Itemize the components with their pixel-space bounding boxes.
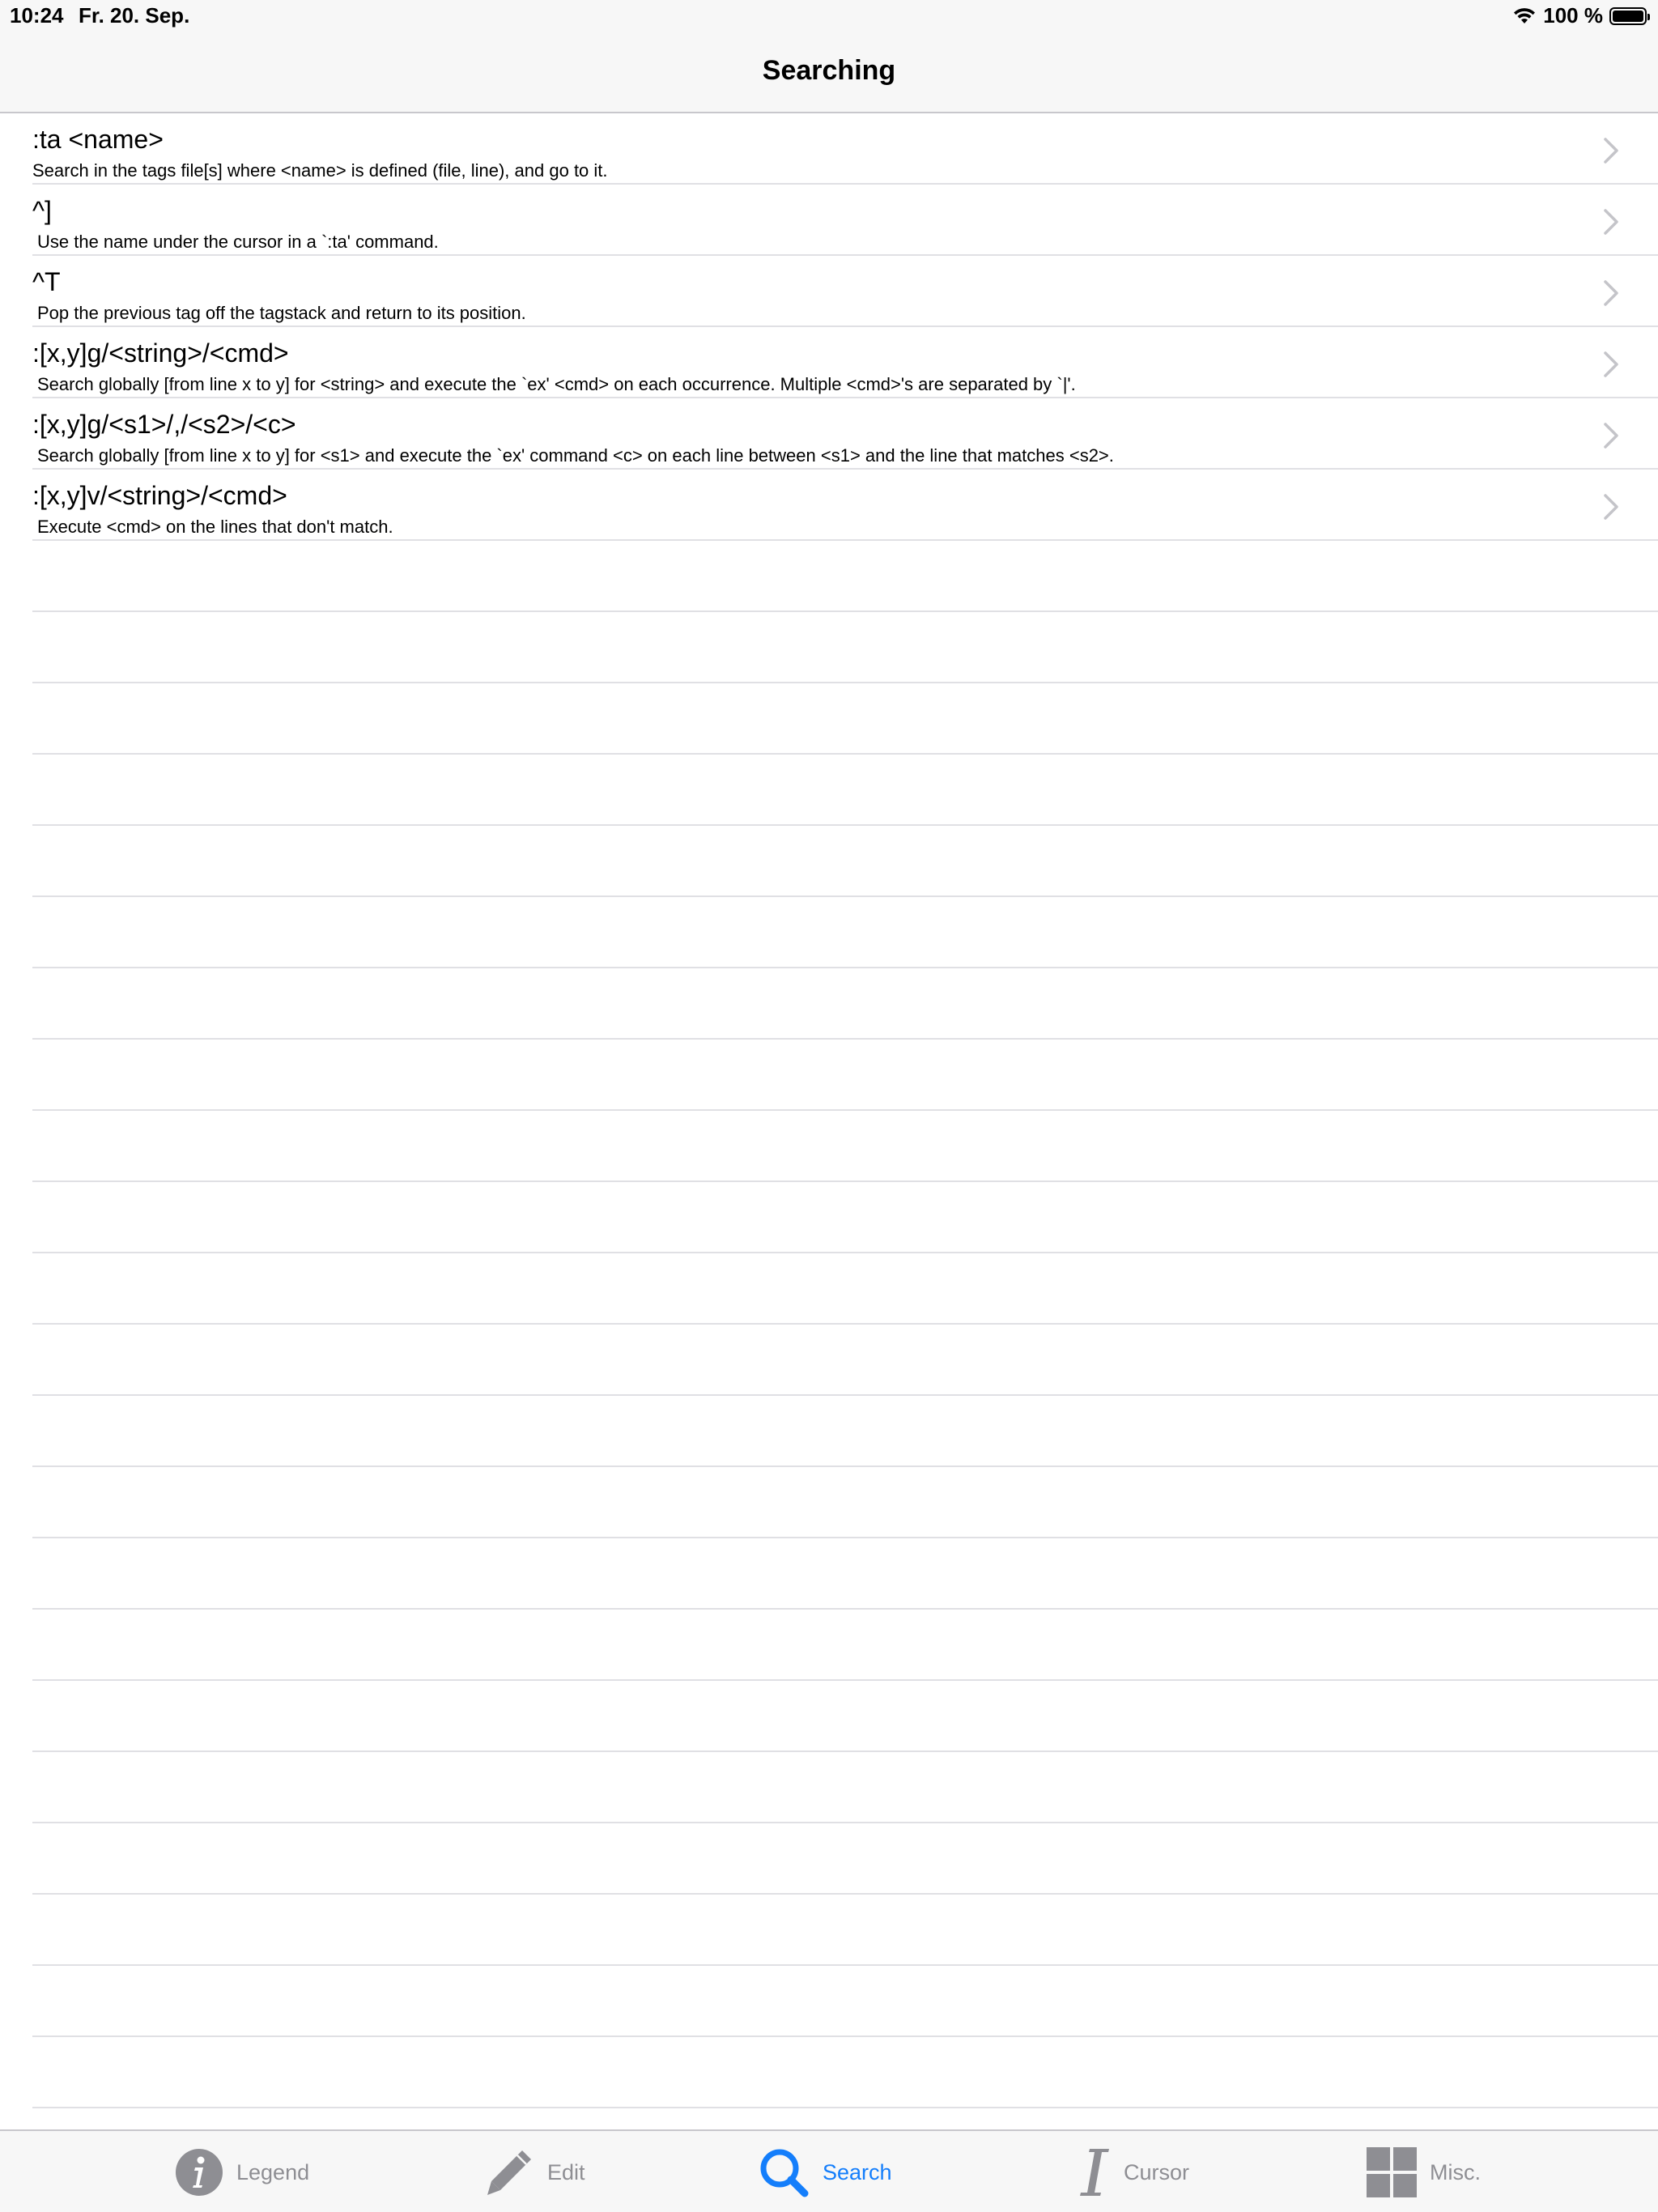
empty-row (32, 1396, 1658, 1467)
status-indicators: 100 % (1512, 3, 1650, 28)
empty-row (32, 1467, 1658, 1538)
list-item[interactable]: :[x,y]v/<string>/<cmd> Execute <cmd> on … (32, 470, 1658, 541)
empty-row (32, 612, 1658, 683)
command-list: :ta <name> Search in the tags file[s] wh… (0, 113, 1658, 2108)
grid-icon (1367, 2147, 1417, 2197)
command-description: Search in the tags file[s] where <name> … (32, 160, 608, 181)
tab-label: Cursor (1124, 2159, 1190, 2184)
empty-row (32, 1610, 1658, 1681)
list-item[interactable]: :[x,y]g/<string>/<cmd> Search globally [… (32, 327, 1658, 398)
empty-row (32, 1040, 1658, 1111)
empty-row (32, 1182, 1658, 1253)
empty-row (32, 826, 1658, 897)
empty-row (32, 1823, 1658, 1895)
tab-bar: Legend Edit Search Cursor Misc. (0, 2129, 1658, 2212)
empty-row (32, 2037, 1658, 2108)
tab-misc[interactable]: Misc. (1367, 2146, 1481, 2199)
command-description: Search globally [from line x to y] for <… (37, 374, 1076, 394)
tab-label: Legend (236, 2159, 310, 2184)
command-title: :ta <name> (32, 125, 164, 154)
status-time: 10:24 (10, 3, 64, 28)
empty-row (32, 1895, 1658, 1966)
empty-row (32, 1681, 1658, 1752)
command-description: Search globally [from line x to y] for <… (37, 445, 1114, 466)
wifi-icon (1512, 7, 1537, 25)
empty-row (32, 541, 1658, 612)
tab-search[interactable]: Search (758, 2146, 892, 2199)
command-title: :[x,y]g/<s1>/,/<s2>/<c> (32, 410, 296, 439)
command-title: :[x,y]v/<string>/<cmd> (32, 481, 287, 510)
tab-label: Edit (547, 2159, 585, 2184)
tab-label: Misc. (1430, 2159, 1481, 2184)
list-item[interactable]: ^T Pop the previous tag off the tagstack… (32, 256, 1658, 327)
command-title: ^T (32, 267, 61, 296)
info-icon (175, 2148, 223, 2197)
chevron-right-icon (1604, 209, 1618, 235)
empty-row (32, 1538, 1658, 1610)
battery-percent: 100 % (1543, 3, 1603, 28)
command-description: Use the name under the cursor in a `:ta'… (37, 232, 439, 252)
chevron-right-icon (1604, 138, 1618, 164)
chevron-right-icon (1604, 494, 1618, 520)
tab-edit[interactable]: Edit (484, 2146, 585, 2199)
empty-row (32, 1253, 1658, 1325)
tab-cursor[interactable]: Cursor (1077, 2146, 1189, 2199)
list-item[interactable]: :ta <name> Search in the tags file[s] wh… (32, 113, 1658, 185)
page-title: Searching (762, 55, 896, 86)
empty-row (32, 968, 1658, 1040)
empty-row (32, 755, 1658, 826)
tab-legend[interactable]: Legend (175, 2146, 309, 2199)
text-cursor-icon (1077, 2147, 1111, 2197)
list-item[interactable]: :[x,y]g/<s1>/,/<s2>/<c> Search globally … (32, 398, 1658, 470)
command-title: :[x,y]g/<string>/<cmd> (32, 338, 289, 368)
empty-row (32, 1966, 1658, 2037)
battery-icon (1609, 6, 1650, 25)
command-description: Execute <cmd> on the lines that don't ma… (37, 517, 393, 537)
status-date: Fr. 20. Sep. (79, 3, 190, 28)
navigation-bar: Searching (0, 32, 1658, 113)
status-bar: 10:24 Fr. 20. Sep. 100 % (0, 0, 1658, 32)
command-description: Pop the previous tag off the tagstack an… (37, 303, 526, 323)
command-title: ^] (32, 196, 52, 225)
empty-row (32, 1752, 1658, 1823)
magnifier-icon (758, 2146, 810, 2198)
empty-row (32, 1325, 1658, 1396)
empty-row (32, 897, 1658, 968)
chevron-right-icon (1604, 280, 1618, 306)
empty-row (32, 683, 1658, 755)
tab-label: Search (823, 2159, 892, 2184)
chevron-right-icon (1604, 351, 1618, 377)
list-item[interactable]: ^] Use the name under the cursor in a `:… (32, 185, 1658, 256)
chevron-right-icon (1604, 423, 1618, 449)
empty-rows (0, 541, 1658, 2108)
empty-row (32, 1111, 1658, 1182)
pencil-icon (484, 2147, 534, 2197)
